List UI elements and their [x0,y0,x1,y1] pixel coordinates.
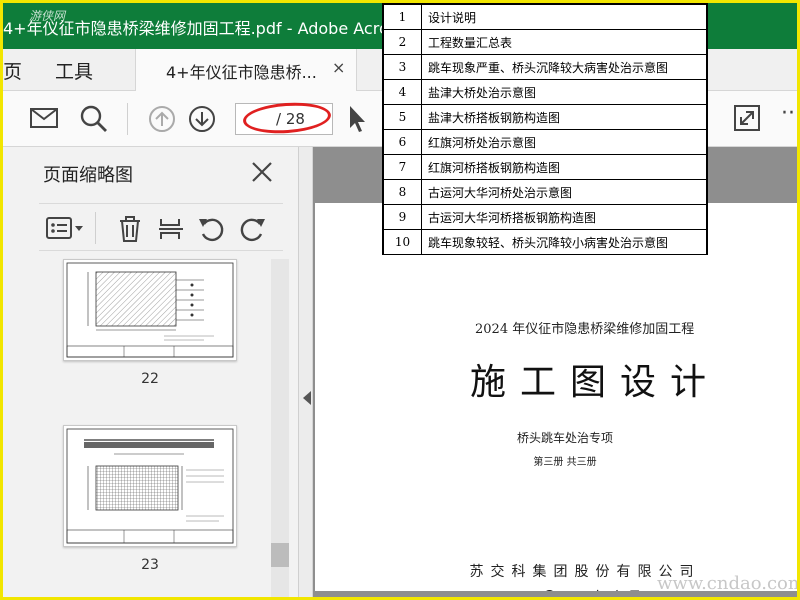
contents-table-overlay: 1 设计说明 2 工程数量汇总表 3 跳车现象严重、桥头沉降较大病害处治示意图 4 盐津大桥处… [382,3,708,255]
panel-collapse-handle[interactable] [299,147,313,597]
select-cursor-icon[interactable] [347,104,369,134]
table-row: 10 跳车现象较轻、桥头沉降较小病害处治示意图 [383,229,707,255]
row-title: 盐津大桥搭板钢筋构造图 [421,104,707,130]
mail-icon[interactable] [29,104,59,132]
table-row: 3 跳车现象严重、桥头沉降较大病害处治示意图 [383,54,707,80]
row-title: 盐津大桥处治示意图 [421,79,707,105]
tab-document[interactable]: 4+年仪征市隐患桥... × [135,49,357,91]
page-total: / 28 [276,110,305,128]
toolbar-separator [127,103,128,135]
rotate-left-icon[interactable] [197,215,227,243]
table-row: 1 设计说明 [383,4,707,30]
page-thumbnail-drawing [66,428,234,544]
close-tab-icon[interactable]: × [332,58,345,77]
table-row: 6 红旗河桥处治示意图 [383,129,707,155]
extract-pages-icon[interactable] [157,215,185,243]
row-number: 6 [383,129,422,155]
contents-table: 1 设计说明 2 工程数量汇总表 3 跳车现象严重、桥头沉降较大病害处治示意图 4 盐津大桥处… [383,4,707,255]
row-title: 跳车现象较轻、桥头沉降较小病害处治示意图 [421,229,707,255]
table-row: 9 古运河大华河桥搭板钢筋构造图 [383,204,707,230]
tab-document-label: 4+年仪征市隐患桥... [166,63,317,82]
more-icon[interactable]: ·· [781,101,795,126]
rotate-right-icon[interactable] [237,215,267,243]
row-number: 9 [383,204,422,230]
watermark-text: 游侠网 [29,9,66,23]
tab-tools[interactable]: 工具 [55,57,93,84]
row-title: 工程数量汇总表 [421,29,707,55]
table-row: 7 红旗河桥搭板钢筋构造图 [383,154,707,180]
thumbnail-scrollbar[interactable] [271,259,289,597]
collapse-arrow-icon[interactable] [303,391,311,405]
app-window: 4+年仪征市隐患桥梁维修加固工程.pdf - Adobe Acroba 游侠网 … [0,0,800,600]
row-number: 8 [383,179,422,205]
page-up-icon[interactable] [147,104,177,134]
close-panel-icon[interactable] [249,159,275,185]
tab-home[interactable]: 页 [3,57,22,84]
page-thumbnail-drawing [66,262,234,358]
table-row: 8 古运河大华河桥处治示意图 [383,179,707,205]
fullscreen-icon[interactable] [733,104,761,132]
page-thumbnails-panel: 页面缩略图 22 23 [3,147,299,597]
row-title: 红旗河桥搭板钢筋构造图 [421,154,707,180]
row-title: 红旗河桥处治示意图 [421,129,707,155]
row-title: 设计说明 [421,4,707,30]
row-number: 5 [383,104,422,130]
row-number: 10 [383,229,422,255]
document-title: 施工图设计 [469,362,720,403]
panel-title: 页面缩略图 [43,165,133,186]
watermark-url: www.cndao.com [657,573,800,594]
scrollbar-thumb[interactable] [271,543,289,567]
page-down-icon[interactable] [187,104,217,134]
row-number: 1 [383,4,422,30]
document-page: 2024 年仪征市隐患桥梁维修加固工程 施工图设计 桥头跳车处治专项 第三册 共… [315,203,797,597]
page-number-input[interactable] [236,104,270,134]
row-number: 2 [383,29,422,55]
table-row: 4 盐津大桥处治示意图 [383,79,707,105]
thumbnail-page-number: 23 [141,557,159,573]
document-subtitle: 桥头跳车处治专项 [516,431,613,445]
table-row: 5 盐津大桥搭板钢筋构造图 [383,104,707,130]
row-number: 3 [383,54,422,80]
trash-icon[interactable] [117,215,143,243]
row-title: 古运河大华河桥处治示意图 [421,179,707,205]
search-icon[interactable] [79,104,109,134]
project-name: 2024 年仪征市隐患桥梁维修加固工程 [475,322,695,337]
thumbnail-list: 22 23 [39,253,291,597]
table-row: 2 工程数量汇总表 [383,29,707,55]
page-thumbnail[interactable] [63,259,237,361]
options-menu-icon[interactable] [45,215,85,241]
thumbnail-toolbar [39,203,283,251]
row-number: 4 [383,79,422,105]
page-number-box: / 28 [235,103,333,135]
page-thumbnail[interactable] [63,425,237,547]
row-number: 7 [383,154,422,180]
thumbnail-page-number: 22 [141,371,159,387]
row-title: 跳车现象严重、桥头沉降较大病害处治示意图 [421,54,707,80]
toolbar-separator [95,212,96,244]
row-title: 古运河大华河桥搭板钢筋构造图 [421,204,707,230]
volume-info: 第三册 共三册 [533,457,597,468]
